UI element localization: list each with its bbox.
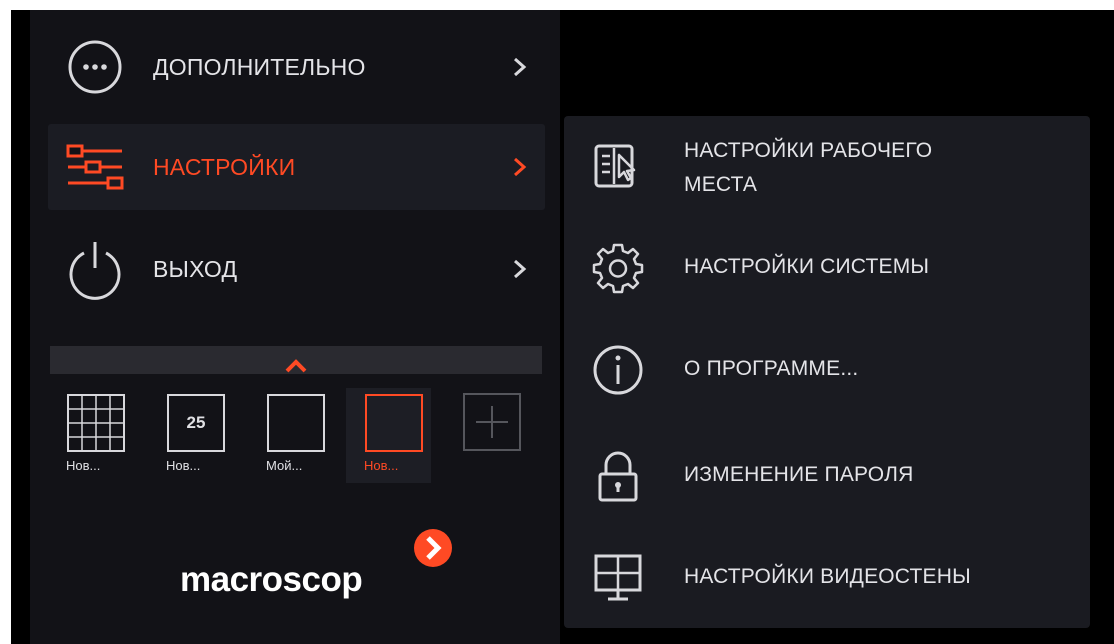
chevron-right-badge-icon xyxy=(414,529,452,567)
submenu-item-system-settings[interactable]: НАСТРОЙКИ СИСТЕМЫ xyxy=(564,226,1090,316)
plus-icon[interactable] xyxy=(462,392,522,452)
lock-icon xyxy=(598,451,638,502)
menu-item-additional[interactable]: ДОПОЛНИТЕЛЬНО xyxy=(48,24,545,110)
grid-layout-icon xyxy=(67,394,125,452)
menu-item-settings[interactable]: НАСТРОЙКИ xyxy=(48,124,545,210)
numbered-layout-icon: 25 xyxy=(166,393,226,453)
single-layout-icon xyxy=(267,394,325,452)
layout-camera-count: 25 xyxy=(186,413,206,432)
layout-tile[interactable]: Нов... xyxy=(48,388,133,483)
menu-item-exit[interactable]: ВЫХОД xyxy=(48,226,545,312)
submenu-item-video-wall-settings[interactable]: НАСТРОЙКИ ВИДЕОСТЕНЫ xyxy=(564,534,1090,624)
logo-text: macroscop xyxy=(180,560,363,599)
chevron-right-icon xyxy=(514,157,527,177)
submenu-item-label-line2: МЕСТА xyxy=(684,173,758,196)
gear-icon xyxy=(592,243,644,294)
layout-caption: Нов... xyxy=(66,458,101,473)
info-icon xyxy=(593,345,643,395)
layout-tile[interactable]: 25 Нов... xyxy=(148,388,233,483)
layout-caption: Нов... xyxy=(364,458,399,473)
submenu-item-label: НАСТРОЙКИ РАБОЧЕГО xyxy=(684,139,933,162)
layout-caption: Мой... xyxy=(266,458,303,473)
submenu-item-change-password[interactable]: ИЗМЕНЕНИЕ ПАРОЛЯ xyxy=(564,434,1090,524)
menu-item-label: ВЫХОД xyxy=(153,255,238,282)
chevron-right-icon xyxy=(514,259,527,279)
collapse-layouts-button[interactable] xyxy=(50,346,542,374)
workstation-icon xyxy=(594,144,636,188)
submenu-item-label: НАСТРОЙКИ СИСТЕМЫ xyxy=(684,255,930,278)
layout-caption: Нов... xyxy=(166,458,201,473)
video-wall-icon xyxy=(594,554,642,601)
single-layout-icon xyxy=(365,394,423,452)
settings-submenu: НАСТРОЙКИ РАБОЧЕГО МЕСТА НАСТРОЙКИ СИСТЕ… xyxy=(564,116,1090,628)
chevron-right-icon xyxy=(514,57,527,77)
submenu-item-label: ИЗМЕНЕНИЕ ПАРОЛЯ xyxy=(684,463,914,486)
menu-item-label: ДОПОЛНИТЕЛЬНО xyxy=(153,53,366,80)
submenu-item-label: НАСТРОЙКИ ВИДЕОСТЕНЫ xyxy=(684,565,971,588)
layout-tile[interactable]: Мой... xyxy=(248,388,333,483)
sliders-icon xyxy=(64,136,126,198)
submenu-item-workplace-settings[interactable]: НАСТРОЙКИ РАБОЧЕГО МЕСТА xyxy=(564,120,1090,210)
screen: ДОПОЛНИТЕЛЬНО НАСТРОЙКИ ВЫХОД Нов... 25 … xyxy=(0,0,1114,644)
menu-item-label: НАСТРОЙКИ xyxy=(153,153,296,180)
macroscop-logo: macroscop xyxy=(180,528,470,608)
chevron-up-icon xyxy=(285,359,307,373)
layout-tile-selected[interactable]: Нов... xyxy=(346,388,431,483)
more-circle-icon xyxy=(64,36,126,98)
submenu-item-about[interactable]: О ПРОГРАММЕ... xyxy=(564,332,1090,422)
power-icon xyxy=(64,238,126,300)
submenu-item-label: О ПРОГРАММЕ... xyxy=(684,357,859,380)
